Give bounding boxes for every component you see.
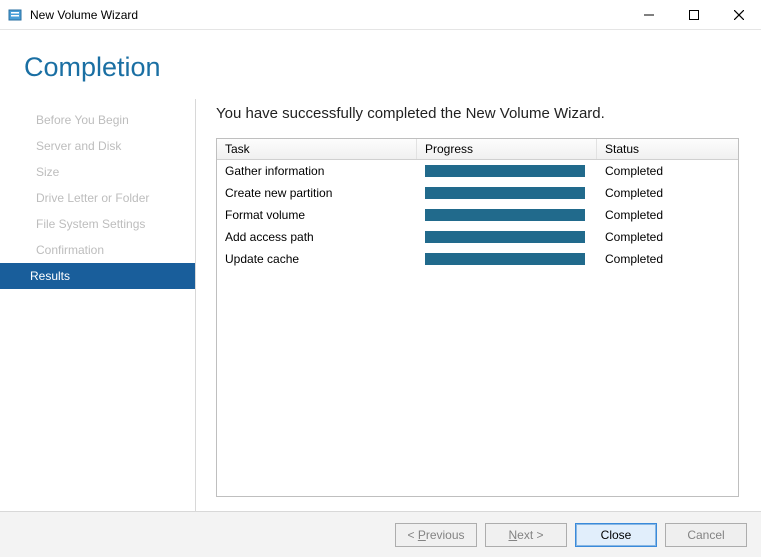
task-progress (417, 206, 597, 224)
footer-buttons: < Previous Next > Close Cancel (0, 511, 761, 557)
minimize-button[interactable] (626, 0, 671, 29)
window-controls (626, 0, 761, 29)
previous-button: < Previous (395, 523, 477, 547)
close-wizard-button[interactable]: Close (575, 523, 657, 547)
task-name: Create new partition (217, 184, 417, 202)
next-button: Next > (485, 523, 567, 547)
wizard-step-drive-letter-or-folder: Drive Letter or Folder (0, 185, 195, 211)
close-button[interactable] (716, 0, 761, 29)
wizard-steps-sidebar: Before You BeginServer and DiskSizeDrive… (0, 99, 196, 511)
task-status: Completed (597, 206, 738, 224)
task-status: Completed (597, 228, 738, 246)
column-header-status[interactable]: Status (597, 139, 738, 159)
task-row[interactable]: Gather information Completed (217, 160, 738, 182)
page-heading: Completion (0, 30, 761, 99)
next-mnemonic: N (508, 528, 517, 542)
previous-label-rest: revious (426, 528, 465, 542)
progress-bar (425, 253, 585, 265)
wizard-step-before-you-begin: Before You Begin (0, 107, 195, 133)
progress-bar (425, 231, 585, 243)
progress-bar (425, 209, 585, 221)
content-pane: You have successfully completed the New … (196, 99, 761, 511)
completion-message: You have successfully completed the New … (216, 105, 739, 122)
body-area: Before You BeginServer and DiskSizeDrive… (0, 99, 761, 511)
wizard-step-server-and-disk: Server and Disk (0, 133, 195, 159)
task-rows: Gather informationCompletedCreate new pa… (217, 160, 738, 496)
wizard-step-results: Results (0, 263, 195, 289)
task-status: Completed (597, 162, 738, 180)
task-status: Completed (597, 184, 738, 202)
previous-mnemonic: P (418, 528, 426, 542)
task-table-header: Task Progress Status (217, 139, 738, 160)
task-row[interactable]: Create new partition Completed (217, 182, 738, 204)
next-label-rest: ext > (517, 528, 543, 542)
wizard-step-file-system-settings: File System Settings (0, 211, 195, 237)
window-title: New Volume Wizard (30, 8, 138, 22)
task-row[interactable]: Add access path Completed (217, 226, 738, 248)
wizard-step-confirmation: Confirmation (0, 237, 195, 263)
task-progress (417, 228, 597, 246)
task-name: Format volume (217, 206, 417, 224)
cancel-button[interactable]: Cancel (665, 523, 747, 547)
progress-bar (425, 187, 585, 199)
task-row[interactable]: Update cache Completed (217, 248, 738, 270)
task-progress (417, 162, 597, 180)
wizard-step-size: Size (0, 159, 195, 185)
column-header-progress[interactable]: Progress (417, 139, 597, 159)
task-row[interactable]: Format volume Completed (217, 204, 738, 226)
task-name: Add access path (217, 228, 417, 246)
task-name: Gather information (217, 162, 417, 180)
task-progress (417, 250, 597, 268)
progress-bar (425, 165, 585, 177)
task-progress (417, 184, 597, 202)
column-header-task[interactable]: Task (217, 139, 417, 159)
wizard-icon (8, 7, 24, 23)
task-table: Task Progress Status Gather information C… (216, 138, 739, 497)
main-area: Completion Before You BeginServer and Di… (0, 30, 761, 511)
titlebar: New Volume Wizard (0, 0, 761, 30)
task-status: Completed (597, 250, 738, 268)
task-name: Update cache (217, 250, 417, 268)
maximize-button[interactable] (671, 0, 716, 29)
